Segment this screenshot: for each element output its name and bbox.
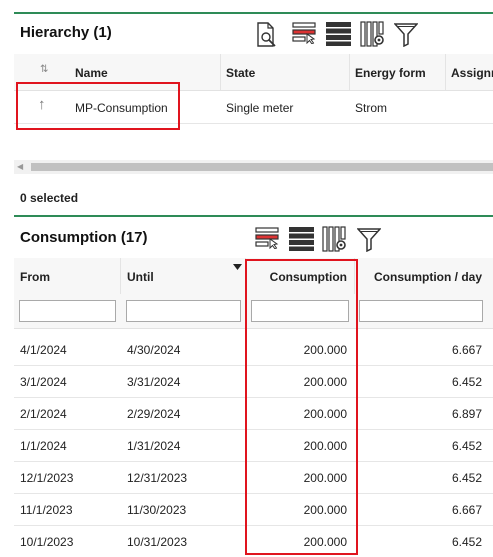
cell-consumption: 200.000 bbox=[303, 535, 347, 549]
cell-consumption-per-day: 6.452 bbox=[451, 535, 482, 549]
column-divider bbox=[445, 54, 446, 90]
filter-icon[interactable] bbox=[394, 22, 418, 47]
column-header-name[interactable]: Name bbox=[75, 66, 108, 80]
column-header-assignment[interactable]: Assignm bbox=[451, 66, 493, 80]
cell-until: 11/30/2023 bbox=[127, 503, 187, 517]
column-header-until[interactable]: Until bbox=[127, 270, 154, 284]
cell-consumption-per-day: 6.897 bbox=[451, 407, 482, 421]
scrollbar-thumb[interactable] bbox=[31, 163, 493, 171]
cell-consumption-per-day: 6.452 bbox=[451, 439, 482, 453]
column-settings-icon[interactable] bbox=[360, 21, 386, 48]
filter-icon[interactable] bbox=[357, 227, 381, 252]
search-document-icon[interactable] bbox=[255, 22, 279, 48]
hierarchy-top-border bbox=[14, 12, 493, 14]
list-view-icon[interactable] bbox=[289, 227, 314, 251]
column-divider bbox=[349, 54, 350, 90]
column-divider bbox=[220, 54, 221, 90]
cell-from: 10/1/2023 bbox=[20, 535, 74, 549]
cell-from: 2/1/2024 bbox=[20, 407, 67, 421]
cell-consumption-per-day: 6.667 bbox=[451, 343, 482, 357]
list-view-icon[interactable] bbox=[326, 22, 351, 46]
cell-consumption-per-day: 6.452 bbox=[451, 375, 482, 389]
cell-from: 11/1/2023 bbox=[20, 503, 73, 517]
hierarchy-row-energy-form: Strom bbox=[355, 101, 388, 115]
consumption-top-border bbox=[14, 215, 493, 217]
column-settings-icon[interactable] bbox=[322, 226, 348, 253]
hierarchy-row-state: Single meter bbox=[226, 101, 294, 115]
column-header-energy-form[interactable]: Energy form bbox=[355, 66, 426, 80]
row-select-icon[interactable] bbox=[255, 227, 281, 249]
column-header-consumption[interactable]: Consumption bbox=[252, 270, 347, 284]
cell-from: 3/1/2024 bbox=[20, 375, 67, 389]
cell-consumption: 200.000 bbox=[303, 343, 347, 357]
cell-consumption: 200.000 bbox=[303, 407, 347, 421]
cell-until: 3/31/2024 bbox=[127, 375, 181, 389]
row-select-icon[interactable] bbox=[292, 22, 318, 44]
cell-until: 12/31/2023 bbox=[127, 471, 188, 485]
column-header-state[interactable]: State bbox=[226, 66, 255, 80]
cell-until: 2/29/2024 bbox=[127, 407, 181, 421]
cell-consumption: 200.000 bbox=[303, 375, 347, 389]
cell-from: 4/1/2024 bbox=[20, 343, 67, 357]
selection-count: 0 selected bbox=[20, 191, 79, 205]
cell-consumption-per-day: 6.667 bbox=[451, 503, 482, 517]
filter-input-from[interactable] bbox=[19, 300, 116, 322]
consumption-title: Consumption (17) bbox=[20, 229, 148, 246]
cell-until: 4/30/2024 bbox=[127, 343, 181, 357]
filter-input-until[interactable] bbox=[126, 300, 241, 322]
hierarchy-row-name: MP-Consumption bbox=[75, 101, 168, 115]
sort-descending-icon[interactable] bbox=[233, 264, 242, 270]
cell-from: 1/1/2024 bbox=[20, 439, 67, 453]
filter-input-consumption-per-day[interactable] bbox=[359, 300, 483, 322]
arrow-up-icon[interactable]: ↑ bbox=[38, 96, 46, 113]
cell-consumption: 200.000 bbox=[303, 503, 347, 517]
hierarchy-title: Hierarchy (1) bbox=[20, 24, 112, 41]
cell-consumption-per-day: 6.452 bbox=[451, 471, 482, 485]
cell-until: 1/31/2024 bbox=[127, 439, 181, 453]
sort-icon[interactable]: ⇅ bbox=[40, 64, 48, 75]
horizontal-scrollbar[interactable]: ◀ bbox=[14, 160, 493, 174]
cell-until: 10/31/2023 bbox=[127, 535, 188, 549]
filter-input-consumption[interactable] bbox=[251, 300, 349, 322]
column-header-consumption-per-day[interactable]: Consumption / day bbox=[358, 270, 482, 284]
cell-consumption: 200.000 bbox=[303, 471, 347, 485]
column-header-from[interactable]: From bbox=[20, 270, 50, 284]
scroll-left-icon[interactable]: ◀ bbox=[17, 162, 25, 172]
cell-consumption: 200.000 bbox=[303, 439, 347, 453]
cell-from: 12/1/2023 bbox=[20, 471, 74, 485]
